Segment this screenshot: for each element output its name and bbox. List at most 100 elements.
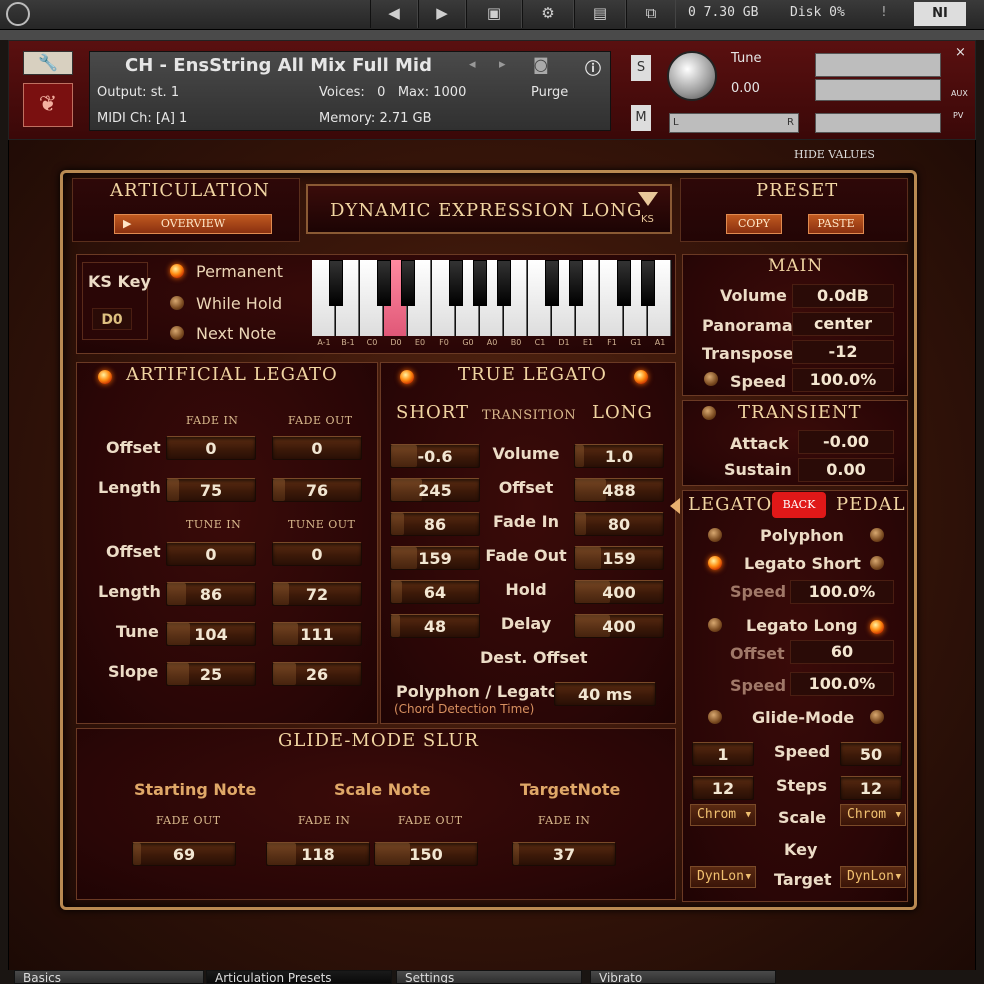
black-key[interactable] xyxy=(568,260,584,306)
black-key[interactable] xyxy=(448,260,464,306)
true-legato-long-value[interactable]: 1.0 xyxy=(574,444,664,468)
ks-key-value[interactable]: D0 xyxy=(92,308,132,330)
wrench-icon[interactable]: 🔧 xyxy=(23,51,73,75)
scale-fade-out-value[interactable]: 150 xyxy=(374,842,478,866)
fade-out-length[interactable]: 76 xyxy=(272,478,362,502)
true-legato-long-value[interactable]: 488 xyxy=(574,478,664,502)
short-speed-value[interactable]: 100.0% xyxy=(790,580,894,604)
tune-out-length[interactable]: 72 xyxy=(272,582,362,606)
permanent-led[interactable] xyxy=(170,264,184,278)
s-button[interactable]: S xyxy=(631,55,651,81)
tune-in-length[interactable]: 86 xyxy=(166,582,256,606)
black-key[interactable] xyxy=(616,260,632,306)
glide-target-a-dropdown[interactable]: DynLon ▼ xyxy=(690,866,756,888)
tune-in-value[interactable]: 104 xyxy=(166,622,256,646)
pv-button[interactable]: PV xyxy=(953,111,963,120)
black-key[interactable] xyxy=(640,260,656,306)
glide-scale-a-dropdown[interactable]: Chrom ▼ xyxy=(690,804,756,826)
black-key[interactable] xyxy=(328,260,344,306)
speed-led[interactable] xyxy=(704,372,718,386)
glide-mode-left-led[interactable] xyxy=(708,710,722,724)
legato-long-left-led[interactable] xyxy=(708,618,722,632)
info-icon[interactable]: ⓘ xyxy=(585,55,601,79)
previous-icon[interactable]: ◀ xyxy=(370,0,418,28)
volume-slider[interactable] xyxy=(815,113,941,133)
artificial-legato-led[interactable] xyxy=(98,370,112,384)
panorama-value[interactable]: center xyxy=(792,312,894,336)
true-legato-left-led[interactable] xyxy=(400,370,414,384)
gear-icon[interactable]: ⚙ xyxy=(522,0,574,28)
attack-value[interactable]: -0.00 xyxy=(798,430,894,454)
rack-view-icon[interactable]: ▤ xyxy=(574,0,626,28)
legato-long-right-led[interactable] xyxy=(870,620,884,634)
glide-steps-b[interactable]: 12 xyxy=(840,776,902,800)
save-icon[interactable]: ▣ xyxy=(466,0,522,28)
output-value[interactable]: st. 1 xyxy=(151,85,179,100)
max-value[interactable]: 1000 xyxy=(433,85,466,100)
true-legato-long-value[interactable]: 400 xyxy=(574,580,664,604)
m-button[interactable]: M xyxy=(631,105,651,131)
true-legato-long-value[interactable]: 159 xyxy=(574,546,664,570)
glide-target-b-dropdown[interactable]: DynLon ▼ xyxy=(840,866,906,888)
overview-button[interactable]: ▶ OVERVIEW xyxy=(114,214,272,234)
transpose-value[interactable]: -12 xyxy=(792,340,894,364)
long-offset-value[interactable]: 60 xyxy=(790,640,894,664)
ni-logo-icon[interactable]: NI xyxy=(914,2,966,26)
target-fade-in-value[interactable]: 37 xyxy=(512,842,616,866)
next-note-led[interactable] xyxy=(170,326,184,340)
tune-in-offset[interactable]: 0 xyxy=(166,542,256,566)
glide-steps-a[interactable]: 12 xyxy=(692,776,754,800)
polyphon-left-led[interactable] xyxy=(708,528,722,542)
aux-button[interactable]: AUX xyxy=(951,89,968,98)
purge-dropdown[interactable]: Purge xyxy=(531,85,568,100)
true-legato-short-value[interactable]: 48 xyxy=(390,614,480,638)
paste-button[interactable]: PASTE xyxy=(808,214,864,234)
true-legato-long-value[interactable]: 400 xyxy=(574,614,664,638)
instrument-next-icon[interactable]: ▸ xyxy=(499,57,506,72)
sustain-value[interactable]: 0.00 xyxy=(798,458,894,482)
scale-fade-in-value[interactable]: 118 xyxy=(266,842,370,866)
bottom-tab[interactable]: Vibrato xyxy=(590,970,776,984)
next-note-label[interactable]: Next Note xyxy=(196,324,276,343)
instrument-name[interactable]: CH - EnsString All Mix Full Mid xyxy=(125,55,432,76)
true-legato-short-value[interactable]: -0.6 xyxy=(390,444,480,468)
window-icon[interactable]: ⧉ xyxy=(626,0,676,28)
next-icon[interactable]: ▶ xyxy=(418,0,466,28)
glide-scale-b-dropdown[interactable]: Chrom ▼ xyxy=(840,804,906,826)
transient-led[interactable] xyxy=(702,406,716,420)
true-legato-right-led[interactable] xyxy=(634,370,648,384)
volume-value[interactable]: 0.0dB xyxy=(792,284,894,308)
polyphon-right-led[interactable] xyxy=(870,528,884,542)
permanent-label[interactable]: Permanent xyxy=(196,262,283,281)
copy-button[interactable]: COPY xyxy=(726,214,782,234)
fade-out-offset[interactable]: 0 xyxy=(272,436,362,460)
camera-icon[interactable]: ◙ xyxy=(533,55,549,74)
true-legato-short-value[interactable]: 159 xyxy=(390,546,480,570)
legato-short-left-led[interactable] xyxy=(708,556,722,570)
while-hold-label[interactable]: While Hold xyxy=(196,294,282,313)
true-legato-short-value[interactable]: 245 xyxy=(390,478,480,502)
bottom-tab[interactable]: Basics xyxy=(14,970,204,984)
fade-in-length[interactable]: 75 xyxy=(166,478,256,502)
hide-values-button[interactable]: HIDE VALUES xyxy=(794,148,875,161)
slope-out-value[interactable]: 26 xyxy=(272,662,362,686)
true-legato-short-value[interactable]: 64 xyxy=(390,580,480,604)
tune-out-value[interactable]: 111 xyxy=(272,622,362,646)
midi-channel-value[interactable]: [A] 1 xyxy=(156,111,187,126)
pan-slider[interactable] xyxy=(669,113,799,133)
glide-speed-a[interactable]: 1 xyxy=(692,742,754,766)
black-key[interactable] xyxy=(472,260,488,306)
back-button[interactable]: BACK xyxy=(772,492,826,518)
close-icon[interactable]: × xyxy=(955,45,966,60)
black-key[interactable] xyxy=(544,260,560,306)
glide-speed-b[interactable]: 50 xyxy=(840,742,902,766)
while-hold-led[interactable] xyxy=(170,296,184,310)
legato-short-right-led[interactable] xyxy=(870,556,884,570)
true-legato-long-value[interactable]: 80 xyxy=(574,512,664,536)
black-key[interactable] xyxy=(400,260,416,306)
glide-mode-right-led[interactable] xyxy=(870,710,884,724)
kontakt-logo-icon[interactable] xyxy=(6,2,30,26)
black-key[interactable] xyxy=(376,260,392,306)
black-key[interactable] xyxy=(496,260,512,306)
keyswitch-keyboard[interactable] xyxy=(312,260,672,336)
